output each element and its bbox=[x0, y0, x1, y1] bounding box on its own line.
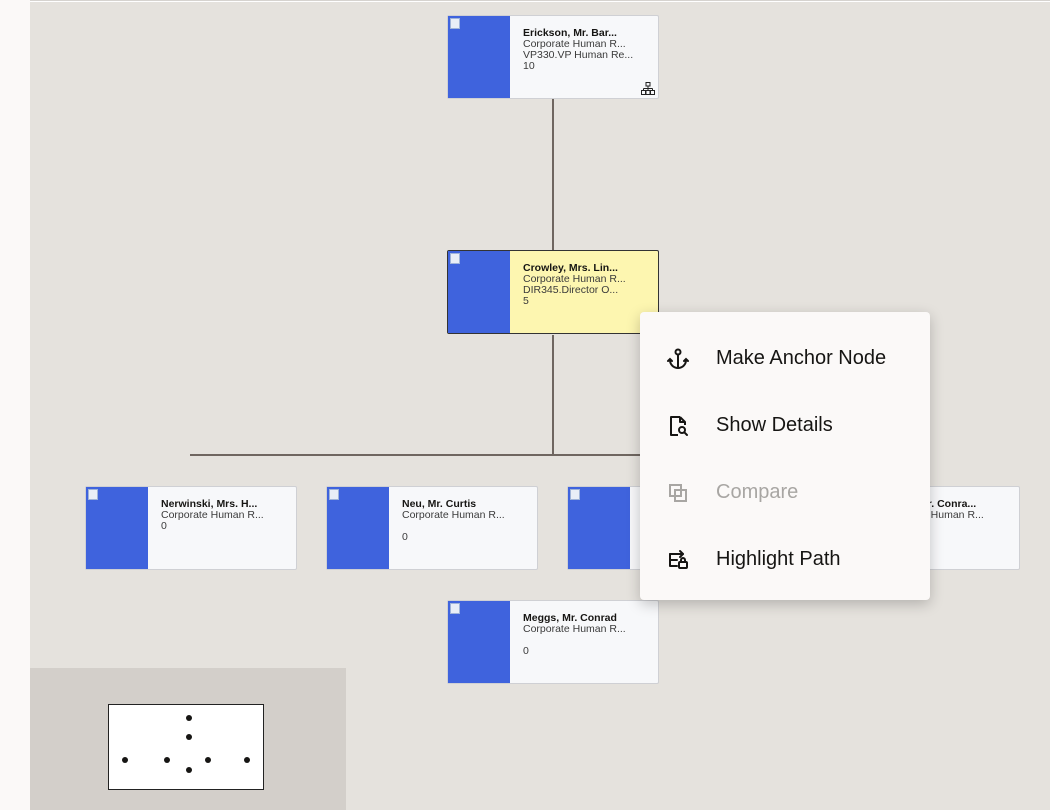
org-node-neu[interactable]: Neu, Mr. Curtis Corporate Human R... 0 bbox=[326, 486, 538, 570]
employee-department: Corporate Human R... bbox=[402, 509, 505, 521]
employee-photo bbox=[448, 601, 510, 683]
broken-image-icon bbox=[450, 253, 460, 264]
employee-photo bbox=[448, 251, 510, 333]
menu-item-make-anchor-node[interactable]: Make Anchor Node bbox=[640, 325, 930, 392]
employee-position: DIR345.Director O... bbox=[523, 284, 619, 296]
anchor-icon bbox=[664, 345, 692, 373]
overview-node-dot bbox=[122, 757, 128, 763]
menu-item-label: Compare bbox=[716, 481, 799, 503]
overview-node-dot bbox=[205, 757, 211, 763]
menu-item-label: Show Details bbox=[716, 414, 833, 436]
employee-position bbox=[402, 521, 537, 532]
overview-node-dot bbox=[186, 715, 192, 721]
menu-item-highlight-path[interactable]: Highlight Path bbox=[640, 526, 930, 593]
hierarchy-icon[interactable] bbox=[641, 82, 655, 95]
employee-photo bbox=[327, 487, 389, 569]
node-info: Neu, Mr. Curtis Corporate Human R... 0 bbox=[389, 487, 537, 569]
highlight-path-icon bbox=[664, 546, 692, 574]
employee-position: VP330.VP Human Re... bbox=[523, 49, 634, 61]
node-info: Erickson, Mr. Bar... Corporate Human R..… bbox=[510, 16, 658, 98]
org-node-crowley[interactable]: Crowley, Mrs. Lin... Corporate Human R..… bbox=[447, 250, 659, 334]
employee-photo bbox=[448, 16, 510, 98]
direct-reports-count: 0 bbox=[161, 520, 167, 532]
connector-line bbox=[552, 335, 554, 455]
overview-node-dot bbox=[186, 767, 192, 773]
overview-node-dot bbox=[164, 757, 170, 763]
connector-line bbox=[190, 454, 680, 456]
direct-reports-count: 5 bbox=[523, 295, 529, 307]
overview-viewport[interactable] bbox=[108, 704, 264, 790]
connector-line bbox=[552, 99, 554, 250]
context-menu: Make Anchor Node Show Details Compare Hi… bbox=[640, 312, 930, 600]
org-node-meggs[interactable]: Meggs, Mr. Conrad Corporate Human R... 0 bbox=[447, 600, 659, 684]
menu-item-show-details[interactable]: Show Details bbox=[640, 392, 930, 459]
menu-item-label: Highlight Path bbox=[716, 548, 841, 570]
overview-panel[interactable] bbox=[30, 668, 346, 810]
broken-image-icon bbox=[450, 18, 460, 29]
overview-node-dot bbox=[244, 757, 250, 763]
employee-department: te Human R... bbox=[919, 509, 984, 521]
employee-department: Corporate Human R... bbox=[161, 509, 264, 521]
node-info: Crowley, Mrs. Lin... Corporate Human R..… bbox=[510, 251, 658, 333]
broken-image-icon bbox=[329, 489, 339, 500]
node-info: Meggs, Mr. Conrad Corporate Human R... 0 bbox=[510, 601, 658, 683]
node-info: Nerwinski, Mrs. H... Corporate Human R..… bbox=[148, 487, 296, 569]
menu-item-label: Make Anchor Node bbox=[716, 347, 887, 369]
compare-icon bbox=[664, 479, 692, 507]
org-node-erickson[interactable]: Erickson, Mr. Bar... Corporate Human R..… bbox=[447, 15, 659, 99]
menu-item-compare[interactable]: Compare bbox=[640, 459, 930, 526]
employee-position bbox=[523, 635, 658, 646]
left-gutter bbox=[0, 0, 30, 810]
org-chart-app: Erickson, Mr. Bar... Corporate Human R..… bbox=[0, 0, 1050, 810]
direct-reports-count: 0 bbox=[402, 531, 408, 543]
broken-image-icon bbox=[570, 489, 580, 500]
overview-node-dot bbox=[186, 734, 192, 740]
direct-reports-count: 10 bbox=[523, 60, 535, 72]
direct-reports-count: 0 bbox=[523, 645, 529, 657]
broken-image-icon bbox=[450, 603, 460, 614]
employee-photo bbox=[568, 487, 630, 569]
org-node-nerwinski[interactable]: Nerwinski, Mrs. H... Corporate Human R..… bbox=[85, 486, 297, 570]
employee-department: Corporate Human R... bbox=[523, 623, 626, 635]
broken-image-icon bbox=[88, 489, 98, 500]
employee-photo bbox=[86, 487, 148, 569]
document-search-icon bbox=[664, 412, 692, 440]
top-divider bbox=[0, 0, 1050, 1]
